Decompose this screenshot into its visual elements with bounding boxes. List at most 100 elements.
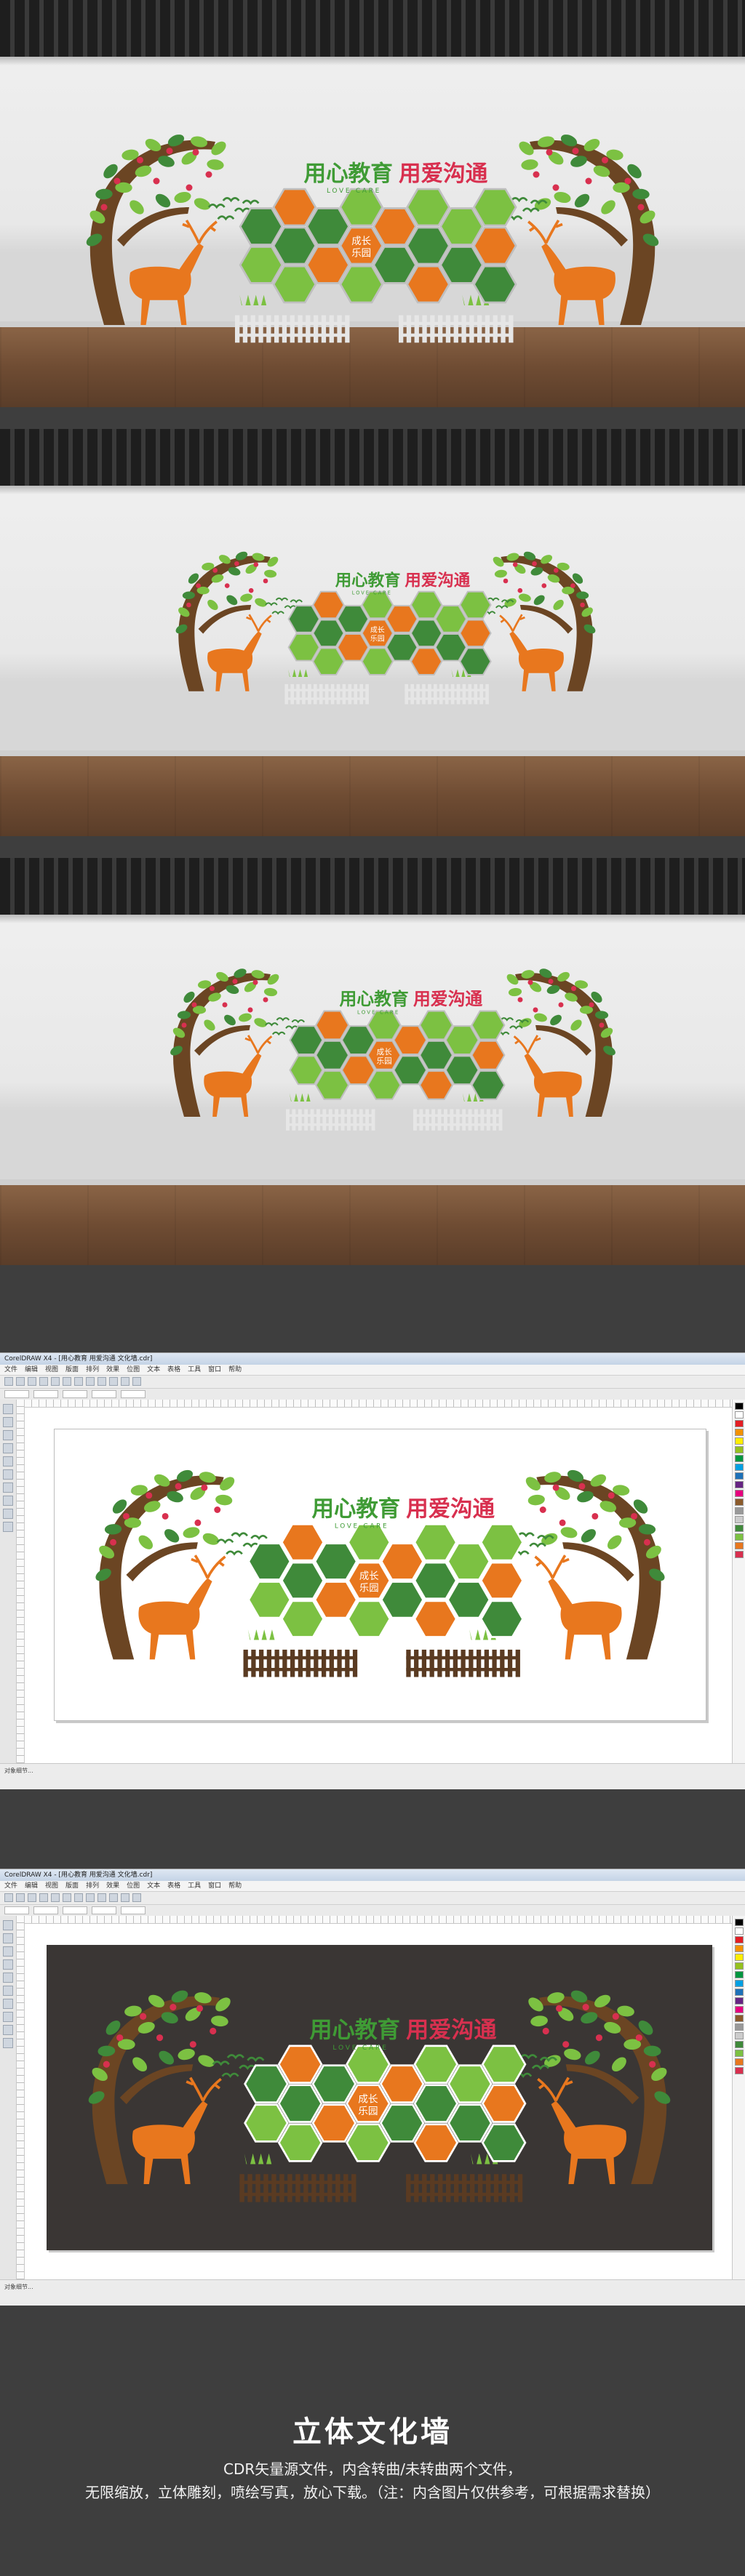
cut-icon[interactable] (51, 1893, 60, 1902)
color-swatch[interactable] (735, 2006, 744, 2013)
open-file-icon[interactable] (16, 1377, 25, 1386)
shape-tool-icon[interactable] (3, 1933, 13, 1943)
color-swatch[interactable] (735, 1542, 744, 1549)
menu-item[interactable]: 文本 (147, 1365, 160, 1375)
drawing-canvas[interactable]: 成长 乐园 用心教育 用爱沟通 LOVE CARE (25, 1400, 732, 1763)
color-swatch[interactable] (735, 1936, 744, 1943)
width-field[interactable] (33, 1390, 58, 1398)
copy-icon[interactable] (63, 1893, 71, 1902)
menu-item[interactable]: 窗口 (208, 1365, 221, 1375)
ellipse-tool-icon[interactable] (3, 1482, 13, 1493)
menu-item[interactable]: 文件 (4, 1365, 17, 1375)
save-icon[interactable] (28, 1893, 36, 1902)
freehand-tool-icon[interactable] (3, 1973, 13, 1983)
color-swatch[interactable] (735, 1455, 744, 1462)
color-swatch[interactable] (735, 1403, 744, 1410)
color-swatch[interactable] (735, 1420, 744, 1427)
text-tool-icon[interactable] (3, 2025, 13, 2035)
color-swatch[interactable] (735, 2032, 744, 2039)
polygon-tool-icon[interactable] (3, 2012, 13, 2022)
menu-item[interactable]: 窗口 (208, 1881, 221, 1891)
color-swatch[interactable] (735, 1525, 744, 1532)
color-swatch[interactable] (735, 2067, 744, 2074)
menu-item[interactable]: 版面 (65, 1365, 79, 1375)
color-swatch[interactable] (735, 1472, 744, 1480)
color-swatch[interactable] (735, 1997, 744, 2005)
fill-tool-icon[interactable] (3, 1522, 13, 1532)
menu-item[interactable]: 位图 (127, 1365, 140, 1375)
zoom-icon[interactable] (132, 1893, 141, 1902)
color-swatch[interactable] (735, 1980, 744, 1987)
menu-item[interactable]: 视图 (45, 1365, 58, 1375)
menu-item[interactable]: 文件 (4, 1881, 17, 1891)
cut-icon[interactable] (51, 1377, 60, 1386)
menu-item[interactable]: 帮助 (228, 1365, 242, 1375)
height-field[interactable] (63, 1906, 87, 1914)
color-swatch[interactable] (735, 1927, 744, 1935)
new-file-icon[interactable] (4, 1893, 13, 1902)
shape-tool-icon[interactable] (3, 1417, 13, 1427)
paper-size-select[interactable] (4, 1390, 29, 1398)
freehand-tool-icon[interactable] (3, 1456, 13, 1466)
pick-tool-icon[interactable] (3, 1404, 13, 1414)
paper-size-select[interactable] (4, 1906, 29, 1914)
menu-item[interactable]: 效果 (106, 1365, 119, 1375)
color-swatch[interactable] (735, 1971, 744, 1978)
color-swatch[interactable] (735, 2041, 744, 2048)
height-field[interactable] (63, 1390, 87, 1398)
menu-item[interactable]: 排列 (86, 1881, 99, 1891)
new-file-icon[interactable] (4, 1377, 13, 1386)
polygon-tool-icon[interactable] (3, 1496, 13, 1506)
ellipse-tool-icon[interactable] (3, 1999, 13, 2009)
import-icon[interactable] (109, 1377, 118, 1386)
color-swatch[interactable] (735, 1989, 744, 1996)
color-swatch[interactable] (735, 1411, 744, 1419)
undo-icon[interactable] (86, 1377, 95, 1386)
menu-item[interactable]: 表格 (167, 1881, 180, 1891)
color-swatch[interactable] (735, 1446, 744, 1453)
color-swatch[interactable] (735, 1498, 744, 1506)
zoom-tool-icon[interactable] (3, 1959, 13, 1970)
menu-item[interactable]: 表格 (167, 1365, 180, 1375)
color-swatch[interactable] (735, 2050, 744, 2057)
rectangle-tool-icon[interactable] (3, 1469, 13, 1480)
save-icon[interactable] (28, 1377, 36, 1386)
units-select[interactable] (92, 1906, 116, 1914)
open-file-icon[interactable] (16, 1893, 25, 1902)
print-icon[interactable] (39, 1377, 48, 1386)
menu-item[interactable]: 工具 (188, 1881, 201, 1891)
paste-icon[interactable] (74, 1377, 83, 1386)
menu-item[interactable]: 编辑 (25, 1365, 38, 1375)
redo-icon[interactable] (97, 1893, 106, 1902)
color-swatch[interactable] (735, 1533, 744, 1541)
text-tool-icon[interactable] (3, 1509, 13, 1519)
print-icon[interactable] (39, 1893, 48, 1902)
color-swatch[interactable] (735, 1507, 744, 1514)
color-swatch[interactable] (735, 1551, 744, 1558)
menu-item[interactable]: 版面 (65, 1881, 79, 1891)
menu-item[interactable]: 效果 (106, 1881, 119, 1891)
color-swatch[interactable] (735, 1962, 744, 1970)
menu-item[interactable]: 排列 (86, 1365, 99, 1375)
menu-item[interactable]: 帮助 (228, 1881, 242, 1891)
redo-icon[interactable] (97, 1377, 106, 1386)
nudge-field[interactable] (121, 1390, 146, 1398)
menu-item[interactable]: 文本 (147, 1881, 160, 1891)
menu-item[interactable]: 视图 (45, 1881, 58, 1891)
color-swatch[interactable] (735, 1437, 744, 1445)
color-swatch[interactable] (735, 1945, 744, 1952)
color-swatch[interactable] (735, 2015, 744, 2022)
fill-tool-icon[interactable] (3, 2038, 13, 2048)
paste-icon[interactable] (74, 1893, 83, 1902)
color-swatch[interactable] (735, 1919, 744, 1926)
color-swatch[interactable] (735, 1481, 744, 1488)
units-select[interactable] (92, 1390, 116, 1398)
undo-icon[interactable] (86, 1893, 95, 1902)
menu-item[interactable]: 位图 (127, 1881, 140, 1891)
export-icon[interactable] (121, 1893, 130, 1902)
color-swatch[interactable] (735, 1464, 744, 1471)
menu-item[interactable]: 编辑 (25, 1881, 38, 1891)
color-swatch[interactable] (735, 2023, 744, 2031)
zoom-icon[interactable] (132, 1377, 141, 1386)
rectangle-tool-icon[interactable] (3, 1986, 13, 1996)
